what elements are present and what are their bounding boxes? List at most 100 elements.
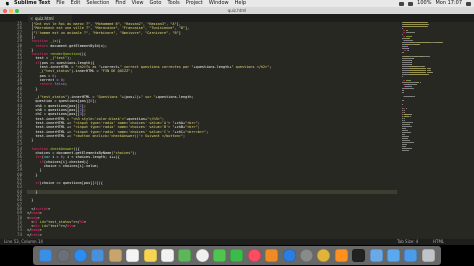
calendar-icon[interactable] (126, 249, 140, 262)
facetime-icon[interactable] (230, 249, 244, 262)
menu-find[interactable]: Find (115, 0, 125, 7)
code-token: ]){ (96, 181, 103, 186)
iterm-icon[interactable] (352, 249, 366, 262)
contacts-icon[interactable] (108, 249, 122, 262)
tab-quiz-html[interactable]: × quiz.html (28, 15, 72, 22)
minimap-stroke (402, 72, 410, 73)
menu-help[interactable]: Help (235, 0, 246, 7)
minimap-stroke (419, 82, 421, 83)
menu-tools[interactable]: Tools (167, 0, 179, 7)
minimap-stroke (404, 96, 414, 97)
mail-icon[interactable] (91, 249, 105, 262)
code-token: } (27, 189, 38, 194)
menu-selection[interactable]: Selection (86, 0, 109, 7)
code-token: ; (269, 65, 272, 69)
minimap-stroke (402, 126, 412, 127)
minimap-stroke (405, 32, 416, 33)
sublime-icon[interactable] (334, 249, 348, 262)
editor-pane[interactable]: 25 26 27 28 29 30 31 32 33 34 35 36 37 38 39 40 41 42 43 44… (0, 21, 474, 239)
downloads-icon[interactable] (404, 249, 418, 262)
code-line[interactable]: } (27, 86, 38, 91)
spotlight-icon[interactable] (466, 1, 471, 6)
minimap-stroke (402, 42, 411, 43)
reminders-icon[interactable] (160, 249, 174, 262)
launchpad-icon[interactable] (56, 249, 70, 262)
code-line[interactable]: } (27, 173, 37, 177)
menu-app-name[interactable]: Sublime Text (14, 0, 50, 7)
battery-percent[interactable]: 100% (417, 0, 431, 7)
music-icon[interactable] (247, 249, 261, 262)
minimap-stroke (402, 104, 404, 105)
safari-icon[interactable] (73, 249, 87, 262)
code-token: "<br><br>" (185, 129, 207, 134)
photos-icon[interactable] (195, 249, 209, 262)
code-token: return (35, 43, 49, 48)
minimap-stroke (407, 84, 418, 85)
minimap-stroke (402, 136, 409, 137)
code-area[interactable]: ["Ont est le Roi du maroc ?", "Mohammed … (27, 22, 397, 239)
code-token: " questions </h2>" (231, 65, 270, 69)
code-line[interactable]: return document.getElementById(x); (27, 44, 107, 48)
minimap-stroke (402, 90, 405, 91)
trash-icon[interactable] (421, 249, 435, 262)
minimap-stroke (402, 28, 404, 29)
minimap-stroke (402, 68, 410, 69)
minimap-stroke (408, 38, 410, 39)
notes-icon[interactable] (143, 249, 157, 262)
preview-icon[interactable] (369, 249, 383, 262)
minimap-stroke (402, 122, 413, 123)
code-line[interactable]: } (27, 138, 33, 142)
code-token: ], (185, 26, 190, 31)
code-token: +questions.length; (155, 95, 194, 100)
tab-close-icon[interactable]: × (30, 15, 33, 22)
minimap[interactable] (402, 22, 472, 239)
code-line[interactable]: } (27, 198, 33, 202)
code-line[interactable]: } (27, 189, 397, 194)
menu-goto[interactable]: Goto (150, 0, 162, 7)
code-token: " sur " (140, 95, 156, 100)
minimap-stroke (402, 132, 412, 133)
minimap-stroke (402, 34, 404, 35)
minimap-stroke (410, 36, 412, 37)
preferences-icon[interactable] (300, 249, 314, 262)
maps-icon[interactable] (178, 249, 192, 262)
menu-project[interactable]: Project (186, 0, 203, 7)
menu-view[interactable]: View (132, 0, 144, 7)
code-token: > (73, 224, 76, 229)
minimap-stroke (402, 150, 409, 151)
code-token: (){ (79, 52, 87, 57)
code-token: ; (182, 133, 186, 138)
code-token: "l'homme est un animale ?", "Herbivore",… (33, 30, 179, 35)
code-token: "test" (48, 224, 61, 229)
menu-edit[interactable]: Edit (71, 0, 81, 7)
menu-clock[interactable]: Mon 17:07 (435, 0, 462, 7)
finder-icon[interactable] (39, 249, 53, 262)
menu-file[interactable]: File (56, 0, 64, 7)
chrome-icon[interactable] (317, 249, 331, 262)
code-token: } (27, 86, 38, 91)
appstore-icon[interactable] (282, 249, 296, 262)
folder-icon[interactable] (387, 249, 400, 262)
code-line[interactable]: </html> (27, 233, 42, 237)
messages-icon[interactable] (213, 249, 227, 262)
apple-icon[interactable] (4, 1, 10, 7)
minimap-stroke (404, 40, 414, 41)
code-token: > (48, 206, 51, 211)
wifi-icon[interactable] (399, 1, 405, 6)
ibooks-icon[interactable] (265, 249, 279, 262)
minimap-stroke (412, 58, 414, 59)
minimap-stroke (426, 22, 428, 23)
code-line[interactable]: test.innerHTML += "<button onclick='chec… (27, 134, 185, 138)
dock (33, 246, 441, 265)
code-token: > (39, 232, 42, 237)
menu-window[interactable]: Window (209, 0, 229, 7)
code-token: > (83, 219, 87, 224)
volume-icon[interactable] (408, 1, 414, 6)
code-line[interactable]: ["l'homme est un animale ?", "Herbivore"… (27, 31, 181, 35)
menu-bar: Sublime Text File Edit Selection Find Vi… (0, 0, 474, 7)
code-line[interactable]: if(choice == questions[pos][4]){ (27, 181, 103, 186)
code-token: ; (130, 69, 133, 74)
minimap-stroke (402, 88, 414, 89)
minimap-stroke (402, 100, 404, 101)
code-token: ; (64, 82, 68, 87)
